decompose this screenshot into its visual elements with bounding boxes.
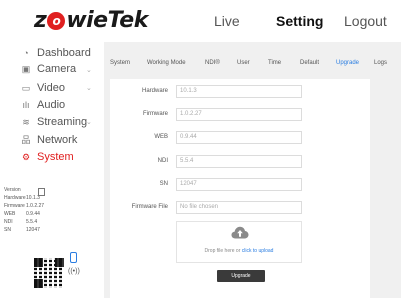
- firmware-field: 1.0.2.27: [176, 108, 302, 121]
- chevron-down-icon: ⌄: [86, 67, 92, 74]
- tab-working-mode[interactable]: Working Mode: [147, 60, 186, 66]
- qr-code-icon: [34, 258, 64, 288]
- info-value: 12047: [26, 227, 40, 233]
- web-field: 0.9.44: [176, 131, 302, 144]
- main-content: System Working Mode NDI® User Time Defau…: [104, 42, 401, 298]
- upgrade-button[interactable]: Upgrade: [217, 270, 265, 282]
- sidebar-item-network[interactable]: 品 Network: [21, 132, 77, 148]
- logo-text-z: z: [34, 8, 47, 33]
- info-value: 5.5.4: [26, 219, 38, 225]
- logo-text-tek: Tek: [107, 8, 149, 33]
- chevron-down-icon: ⌄: [86, 119, 92, 126]
- sidebar-item-audio[interactable]: ılı Audio: [21, 97, 65, 113]
- version-label: Version: [4, 187, 21, 193]
- ndi-field: 5.5.4: [176, 155, 302, 168]
- info-key: NDI: [4, 219, 13, 225]
- tab-upgrade[interactable]: Upgrade: [336, 60, 359, 66]
- video-icon: ▭: [21, 83, 31, 93]
- web-label: WEB: [154, 134, 168, 140]
- info-key: WEB: [4, 211, 16, 217]
- chevron-down-icon: ⌄: [86, 85, 92, 92]
- phone-icon[interactable]: [70, 252, 77, 263]
- sidebar-item-label: Dashboard: [37, 47, 91, 59]
- sidebar-item-streaming[interactable]: ≋ Streaming: [21, 114, 87, 130]
- tab-time[interactable]: Time: [268, 60, 281, 66]
- info-row: SN 12047: [4, 226, 44, 234]
- gear-icon: ⚙: [21, 152, 31, 162]
- hardware-label: Hardware: [141, 88, 168, 94]
- sidebar-item-label: Streaming: [37, 116, 88, 128]
- info-value: 1.0.2.27: [26, 203, 45, 209]
- zowietek-logo: z o wieTek: [34, 8, 148, 33]
- sidebar-item-label: Network: [37, 134, 78, 146]
- dropzone-hint: Drop file here or: [204, 248, 242, 254]
- logo-o-mark: o: [47, 12, 66, 30]
- top-header: z o wieTek Live Setting Logout: [0, 0, 401, 42]
- firmware-label: Firmware: [143, 111, 168, 117]
- tab-logs[interactable]: Logs: [374, 60, 387, 66]
- cloud-upload-icon: [231, 226, 249, 239]
- gauge-icon: ◔: [23, 48, 29, 58]
- sidebar-item-camera[interactable]: ▣ Camera: [21, 61, 76, 77]
- sidebar-item-label: Audio: [37, 99, 66, 111]
- sidebar-item-dashboard[interactable]: ◔ Dashboard: [21, 45, 91, 61]
- tab-default[interactable]: Default: [300, 60, 319, 66]
- ndi-label: NDI: [157, 158, 168, 164]
- info-row: Firmware 1.0.2.27: [4, 202, 44, 210]
- click-to-upload-link[interactable]: click to upload: [242, 248, 274, 254]
- sidebar-item-label: Video: [37, 82, 65, 94]
- copy-icon[interactable]: [38, 188, 45, 196]
- firmware-file-input[interactable]: No file chosen: [176, 201, 302, 214]
- audio-icon: ılı: [22, 100, 30, 110]
- signal-icon: ((•)): [68, 268, 80, 275]
- tab-user[interactable]: User: [237, 60, 250, 66]
- streaming-icon: ≋: [22, 117, 30, 127]
- network-icon: 品: [21, 135, 31, 145]
- nav-setting[interactable]: Setting: [276, 13, 323, 29]
- sn-field: 12047: [176, 178, 302, 191]
- upgrade-panel: Hardware 10.1.3 Firmware 1.0.2.27 WEB 0.…: [110, 79, 370, 298]
- info-key: Hardware: [4, 195, 26, 201]
- firmware-file-label: Firmware File: [131, 204, 168, 210]
- tab-system[interactable]: System: [110, 60, 130, 66]
- logo-text-wie: wie: [66, 8, 108, 33]
- info-key: SN: [4, 227, 11, 233]
- info-value: 0.9.44: [26, 211, 40, 217]
- sidebar-item-label: Camera: [37, 63, 77, 75]
- camera-icon: ▣: [21, 64, 31, 74]
- info-row: WEB 0.9.44: [4, 210, 44, 218]
- settings-tabs: System Working Mode NDI® User Time Defau…: [104, 42, 401, 82]
- dropzone-text: Drop file here or click to upload: [177, 248, 301, 254]
- nav-live[interactable]: Live: [214, 13, 240, 29]
- sidebar-item-system[interactable]: ⚙ System: [21, 149, 74, 165]
- upload-dropzone[interactable]: Drop file here or click to upload: [176, 221, 302, 263]
- hardware-field: 10.1.3: [176, 85, 302, 98]
- tab-ndi[interactable]: NDI®: [205, 60, 220, 66]
- info-key: Firmware: [4, 203, 25, 209]
- sidebar-item-label: System: [37, 151, 74, 163]
- info-row: NDI 5.5.4: [4, 218, 44, 226]
- sidebar-item-video[interactable]: ▭ Video: [21, 80, 65, 96]
- sn-label: SN: [159, 181, 168, 187]
- nav-logout[interactable]: Logout: [344, 13, 387, 29]
